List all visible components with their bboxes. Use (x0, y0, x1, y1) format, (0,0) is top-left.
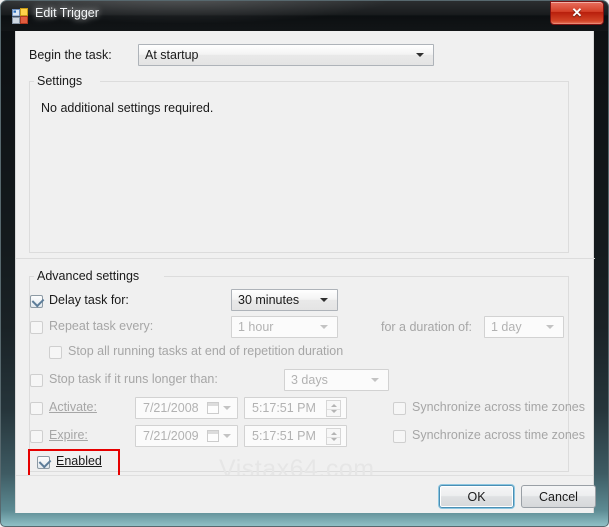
dialog-body: Begin the task: At startup Settings No a… (16, 31, 595, 483)
cancel-button-label: Cancel (539, 489, 578, 504)
spinner-up-icon (330, 432, 337, 435)
chevron-down-icon (546, 325, 554, 329)
expire-checkbox[interactable] (30, 430, 43, 443)
expire-label: Expire: (49, 428, 88, 442)
delay-task-label: Delay task for: (49, 293, 129, 307)
settings-message: No additional settings required. (41, 101, 214, 115)
begin-task-label: Begin the task: (29, 48, 112, 62)
settings-group-border-top-right (100, 81, 569, 82)
stop-all-tasks-label: Stop all running tasks at end of repetit… (68, 344, 344, 358)
expire-time-field[interactable]: 5:17:51 PM (244, 425, 347, 447)
spinner-down-icon (330, 410, 337, 413)
stop-all-tasks-checkbox[interactable] (49, 346, 62, 359)
ok-button[interactable]: OK (439, 485, 514, 508)
ok-button-label: OK (467, 489, 486, 504)
close-icon: ✕ (571, 5, 583, 20)
begin-task-value: At startup (145, 48, 199, 62)
repeat-interval-combo[interactable]: 1 hour (231, 316, 338, 338)
expire-time-spinner[interactable] (326, 428, 341, 445)
chevron-down-icon (223, 406, 231, 410)
repeat-duration-combo[interactable]: 1 day (484, 316, 564, 338)
section-divider (16, 258, 595, 259)
enabled-label: Enabled (56, 454, 102, 468)
expire-date-field[interactable]: 7/21/2009 (135, 425, 238, 447)
settings-group-legend: Settings (34, 74, 86, 88)
advanced-group-legend: Advanced settings (34, 269, 143, 283)
stop-longer-value: 3 days (291, 373, 328, 387)
activate-checkbox[interactable] (30, 402, 43, 415)
activate-date-value: 7/21/2008 (143, 401, 199, 415)
activate-time-spinner[interactable] (326, 400, 341, 417)
expire-sync-label: Synchronize across time zones (412, 428, 585, 442)
repeat-duration-label: for a duration of: (381, 320, 473, 334)
expire-time-value: 5:17:51 PM (252, 429, 316, 443)
chevron-down-icon (223, 434, 231, 438)
window-title: Edit Trigger (35, 6, 99, 20)
repeat-task-label: Repeat task every: (49, 319, 154, 333)
titlebar[interactable]: Edit Trigger ✕ (0, 0, 609, 31)
stop-longer-combo[interactable]: 3 days (284, 369, 389, 391)
activate-date-field[interactable]: 7/21/2008 (135, 397, 238, 419)
edit-trigger-dialog: Edit Trigger ✕ Begin the task: At startu… (0, 0, 609, 527)
spinner-down-icon (330, 438, 337, 441)
advanced-group-border-top-right (164, 276, 569, 277)
cancel-button[interactable]: Cancel (521, 485, 596, 508)
delay-task-combo[interactable]: 30 minutes (231, 289, 338, 311)
chevron-down-icon (416, 53, 424, 57)
activate-label: Activate: (49, 400, 97, 414)
expire-date-value: 7/21/2009 (143, 429, 199, 443)
spinner-up-icon (330, 404, 337, 407)
expire-sync-checkbox[interactable] (393, 430, 406, 443)
chevron-down-icon (320, 325, 328, 329)
dialog-client-area: Begin the task: At startup Settings No a… (15, 31, 596, 513)
delay-task-value: 30 minutes (238, 293, 300, 307)
checkmark-icon (38, 455, 52, 469)
settings-group-border-left (29, 81, 30, 252)
task-scheduler-icon (12, 8, 28, 24)
close-button[interactable]: ✕ (550, 1, 604, 25)
calendar-icon (207, 402, 219, 414)
stop-longer-checkbox[interactable] (30, 374, 43, 387)
checkmark-icon (31, 294, 45, 308)
stop-longer-label: Stop task if it runs longer than: (49, 372, 218, 386)
settings-group-border-right (568, 81, 569, 252)
activate-sync-checkbox[interactable] (393, 402, 406, 415)
chevron-down-icon (320, 298, 328, 302)
activate-time-field[interactable]: 5:17:51 PM (244, 397, 347, 419)
dialog-footer: OK Cancel (16, 475, 596, 513)
delay-task-checkbox[interactable] (30, 294, 45, 308)
chevron-down-icon (371, 378, 379, 382)
begin-task-combo[interactable]: At startup (138, 44, 434, 66)
enabled-checkbox[interactable] (37, 455, 52, 469)
calendar-icon (207, 430, 219, 442)
repeat-interval-value: 1 hour (238, 320, 274, 334)
repeat-duration-value: 1 day (491, 320, 522, 334)
activate-sync-label: Synchronize across time zones (412, 400, 585, 414)
settings-group-border-bottom (29, 252, 569, 253)
repeat-task-checkbox[interactable] (30, 321, 43, 334)
activate-time-value: 5:17:51 PM (252, 401, 316, 415)
